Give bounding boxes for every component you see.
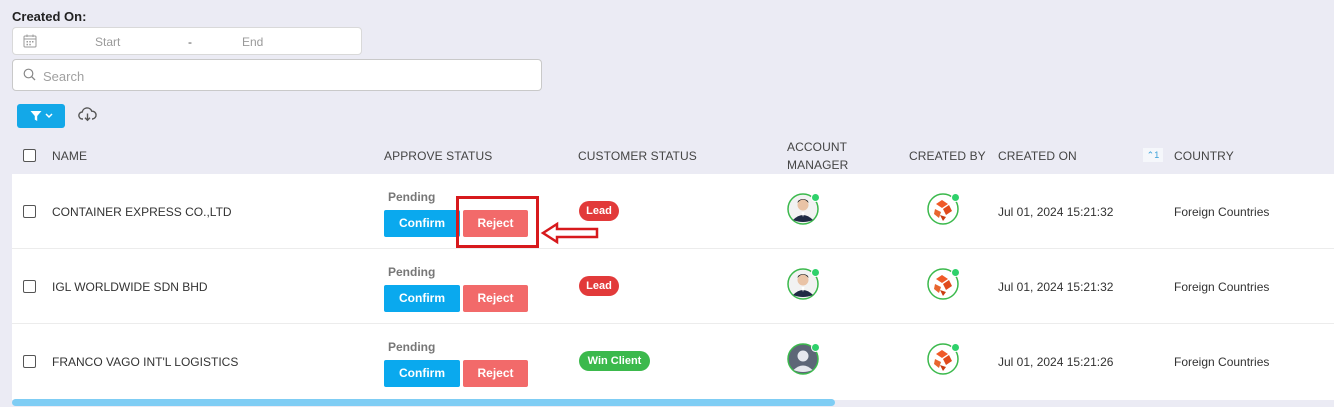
customer-name[interactable]: IGL WORLDWIDE SDN BHD bbox=[52, 280, 208, 294]
header-country[interactable]: COUNTRY bbox=[1174, 149, 1234, 163]
account-manager-avatar[interactable] bbox=[787, 343, 820, 375]
highlight-annotation-box bbox=[456, 196, 539, 248]
country-value: Foreign Countries bbox=[1174, 205, 1270, 219]
table-row: FRANCO VAGO INT'L LOGISTICS Pending Conf… bbox=[12, 324, 1334, 399]
search-input[interactable] bbox=[43, 66, 523, 86]
approve-status-text: Pending bbox=[388, 340, 436, 354]
date-separator: - bbox=[188, 35, 192, 49]
chevron-down-icon bbox=[45, 113, 53, 119]
search-icon bbox=[23, 68, 36, 86]
online-status-dot bbox=[951, 343, 960, 352]
created-by-avatar[interactable] bbox=[927, 268, 960, 300]
customer-name[interactable]: CONTAINER EXPRESS CO.,LTD bbox=[52, 205, 232, 219]
created-on-label: Created On: bbox=[12, 9, 87, 24]
approve-status-text: Pending bbox=[388, 265, 436, 279]
account-manager-avatar[interactable] bbox=[787, 268, 820, 300]
header-account-manager-line1[interactable]: ACCOUNT bbox=[787, 140, 847, 154]
customer-status-badge: Win Client bbox=[579, 351, 650, 371]
confirm-button[interactable]: Confirm bbox=[384, 210, 460, 237]
cloud-download-icon bbox=[78, 107, 97, 122]
row-checkbox[interactable] bbox=[23, 280, 36, 293]
online-status-dot bbox=[811, 268, 820, 277]
date-range-picker[interactable]: Start - End bbox=[12, 27, 362, 55]
created-on-value: Jul 01, 2024 15:21:26 bbox=[998, 355, 1114, 369]
reject-button[interactable]: Reject bbox=[463, 285, 528, 312]
header-approve-status[interactable]: APPROVE STATUS bbox=[384, 149, 492, 163]
online-status-dot bbox=[811, 343, 820, 352]
table-header: NAME APPROVE STATUS CUSTOMER STATUS ACCO… bbox=[12, 138, 1334, 174]
reject-button[interactable]: Reject bbox=[463, 360, 528, 387]
arrow-left-icon bbox=[540, 221, 599, 245]
calendar-icon bbox=[23, 34, 37, 51]
date-start-input[interactable]: Start bbox=[95, 35, 120, 49]
created-by-avatar[interactable] bbox=[927, 343, 960, 375]
customer-status-badge: Lead bbox=[579, 201, 619, 221]
online-status-dot bbox=[811, 193, 820, 202]
sort-ascending-icon[interactable]: ⌃1 bbox=[1143, 148, 1163, 162]
row-checkbox[interactable] bbox=[23, 205, 36, 218]
created-on-value: Jul 01, 2024 15:21:32 bbox=[998, 205, 1114, 219]
created-by-avatar[interactable] bbox=[927, 193, 960, 225]
online-status-dot bbox=[951, 268, 960, 277]
filter-button[interactable] bbox=[17, 104, 65, 128]
filter-icon bbox=[30, 111, 42, 121]
header-created-by[interactable]: CREATED BY bbox=[909, 149, 986, 163]
row-checkbox[interactable] bbox=[23, 355, 36, 368]
select-all-checkbox[interactable] bbox=[23, 149, 36, 162]
confirm-button[interactable]: Confirm bbox=[384, 360, 460, 387]
confirm-button[interactable]: Confirm bbox=[384, 285, 460, 312]
cloud-download-button[interactable] bbox=[78, 107, 97, 127]
date-end-input[interactable]: End bbox=[242, 35, 263, 49]
header-customer-status[interactable]: CUSTOMER STATUS bbox=[578, 149, 697, 163]
search-field[interactable] bbox=[12, 59, 542, 91]
table-row: IGL WORLDWIDE SDN BHD Pending Confirm Re… bbox=[12, 249, 1334, 324]
header-account-manager-line2[interactable]: MANAGER bbox=[787, 158, 848, 172]
table-body: CONTAINER EXPRESS CO.,LTD Pending Confir… bbox=[12, 174, 1334, 400]
table-row: CONTAINER EXPRESS CO.,LTD Pending Confir… bbox=[12, 174, 1334, 249]
country-value: Foreign Countries bbox=[1174, 355, 1270, 369]
header-name[interactable]: NAME bbox=[52, 149, 87, 163]
customer-name[interactable]: FRANCO VAGO INT'L LOGISTICS bbox=[52, 355, 238, 369]
header-created-on[interactable]: CREATED ON bbox=[998, 149, 1077, 163]
horizontal-scrollbar[interactable] bbox=[12, 399, 835, 406]
customer-status-badge: Lead bbox=[579, 276, 619, 296]
account-manager-avatar[interactable] bbox=[787, 193, 820, 225]
country-value: Foreign Countries bbox=[1174, 280, 1270, 294]
created-on-value: Jul 01, 2024 15:21:32 bbox=[998, 280, 1114, 294]
approve-status-text: Pending bbox=[388, 190, 436, 204]
online-status-dot bbox=[951, 193, 960, 202]
